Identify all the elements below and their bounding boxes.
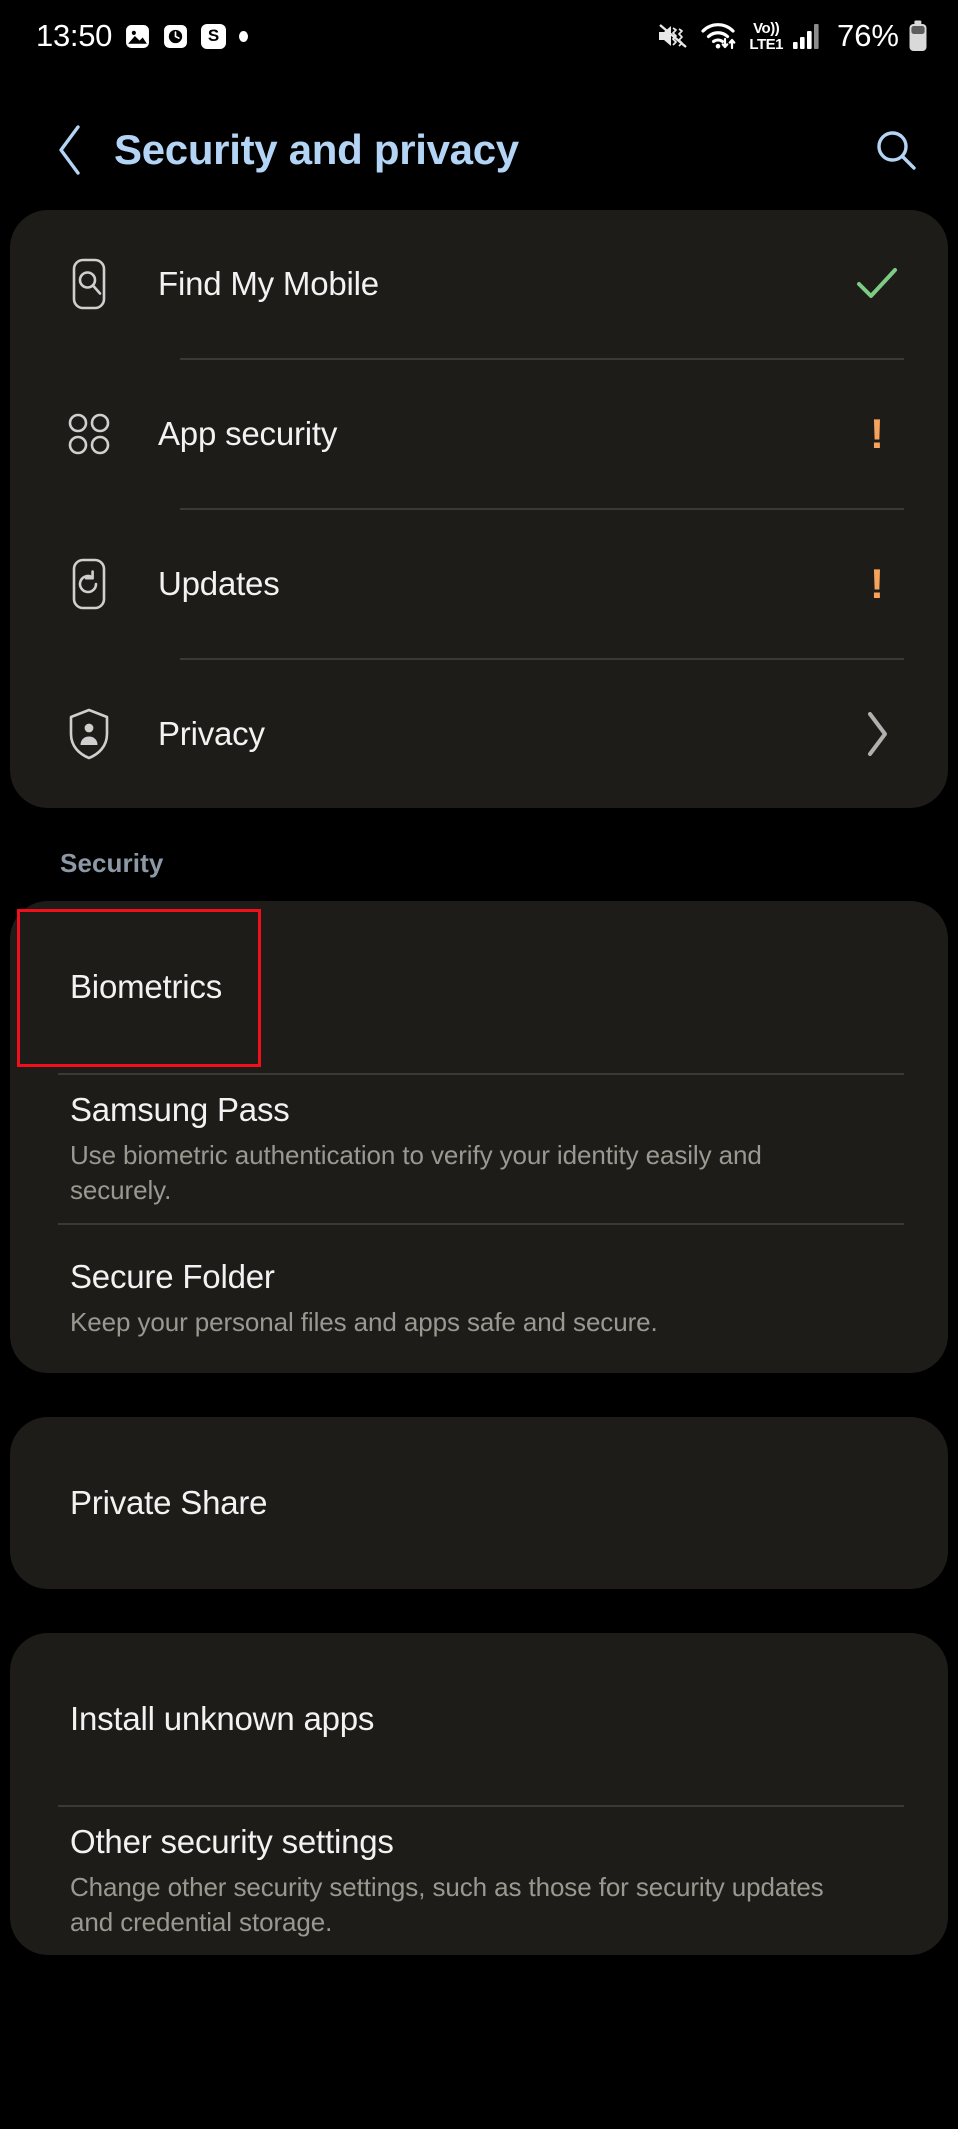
setting-row-find-my-mobile[interactable]: Find My Mobile	[10, 210, 948, 358]
row-text-block: Find My Mobile	[158, 265, 834, 303]
orange-alert-icon: !	[854, 563, 900, 605]
updates-icon	[60, 557, 118, 611]
phone-screen: 13:50 S Vo)) LTE1 76% Security and priva…	[0, 0, 958, 2129]
orange-alert-icon: !	[854, 413, 900, 455]
privacy-shield-icon	[60, 707, 118, 761]
section-header-security: Security	[60, 848, 164, 878]
setting-label: App security	[158, 415, 338, 452]
row-text-block: Biometrics	[70, 968, 900, 1006]
setting-label: Privacy	[158, 715, 265, 752]
settings-list: Find My Mobile App security ! Updates ! …	[0, 210, 958, 1955]
row-text-block: Secure Folder Keep your personal files a…	[70, 1258, 900, 1340]
row-text-block: Private Share	[70, 1484, 900, 1522]
setting-row-private-share[interactable]: Private Share	[10, 1417, 948, 1589]
security-items-card: Biometrics Samsung Pass Use biometric au…	[10, 901, 948, 1373]
setting-label: Install unknown apps	[70, 1700, 375, 1737]
private-share-card: Private Share	[10, 1417, 948, 1589]
setting-label: Private Share	[70, 1484, 268, 1521]
row-text-block: App security	[158, 415, 834, 453]
row-text-block: Privacy	[158, 715, 834, 753]
setting-row-updates[interactable]: Updates !	[10, 510, 948, 658]
security-status-card: Find My Mobile App security ! Updates ! …	[10, 210, 948, 808]
wifi-data-transfer-icon	[699, 21, 739, 51]
volte-label-bottom: LTE1	[749, 35, 783, 53]
setting-label: Secure Folder	[70, 1258, 275, 1296]
search-icon[interactable]	[868, 122, 924, 178]
app-security-icon	[60, 410, 118, 458]
find-my-mobile-icon	[60, 257, 118, 311]
setting-label: Samsung Pass	[70, 1090, 290, 1128]
chevron-right-icon	[854, 710, 900, 758]
row-text-block: Other security settings Change other sec…	[70, 1823, 900, 1939]
setting-row-secure-folder[interactable]: Secure Folder Keep your personal files a…	[10, 1225, 948, 1373]
setting-row-other-security-settings[interactable]: Other security settings Change other sec…	[10, 1807, 948, 1955]
row-text-block: Samsung Pass Use biometric authenticatio…	[70, 1091, 900, 1207]
alert-mark: !	[870, 410, 884, 457]
install-unknown-apps-card: Install unknown apps Other security sett…	[10, 1633, 948, 1955]
setting-description: Keep your personal files and apps safe a…	[70, 1307, 658, 1338]
setting-description: Use biometric authentication to verify y…	[70, 1139, 762, 1205]
setting-row-app-security[interactable]: App security !	[10, 360, 948, 508]
setting-label: Updates	[158, 565, 280, 602]
volte-indicator: Vo)) LTE1	[749, 21, 783, 52]
back-chevron-icon[interactable]	[46, 122, 94, 178]
status-bar-right: Vo)) LTE1 76%	[656, 18, 928, 54]
samsung-s-icon: S	[201, 23, 227, 49]
setting-label: Other security settings	[70, 1822, 394, 1860]
image-icon	[125, 24, 150, 49]
setting-label: Find My Mobile	[158, 265, 379, 302]
setting-row-biometrics[interactable]: Biometrics	[10, 901, 948, 1073]
app-bar: Security and privacy	[0, 108, 958, 192]
setting-label: Biometrics	[70, 968, 223, 1005]
alert-mark: !	[870, 560, 884, 607]
row-text-block: Updates	[158, 565, 834, 603]
status-bar-left: 13:50 S	[36, 18, 249, 54]
status-bar: 13:50 S Vo)) LTE1 76%	[0, 0, 958, 72]
green-check-icon	[854, 266, 900, 302]
page-title: Security and privacy	[114, 126, 519, 173]
volte-label-top: Vo))	[753, 19, 780, 37]
setting-description: Change other security settings, such as …	[70, 1871, 824, 1937]
status-bar-clock: 13:50	[36, 18, 113, 53]
row-text-block: Install unknown apps	[70, 1700, 900, 1738]
setting-row-samsung-pass[interactable]: Samsung Pass Use biometric authenticatio…	[10, 1075, 948, 1223]
battery-percent-label: 76%	[836, 18, 899, 53]
dot-icon	[239, 30, 249, 42]
clock-icon	[163, 24, 188, 49]
signal-bars-icon	[792, 22, 822, 50]
setting-row-install-unknown-apps[interactable]: Install unknown apps	[10, 1633, 948, 1805]
battery-icon	[908, 20, 928, 52]
setting-row-privacy[interactable]: Privacy	[10, 660, 948, 808]
mute-vibrate-icon	[656, 22, 690, 50]
